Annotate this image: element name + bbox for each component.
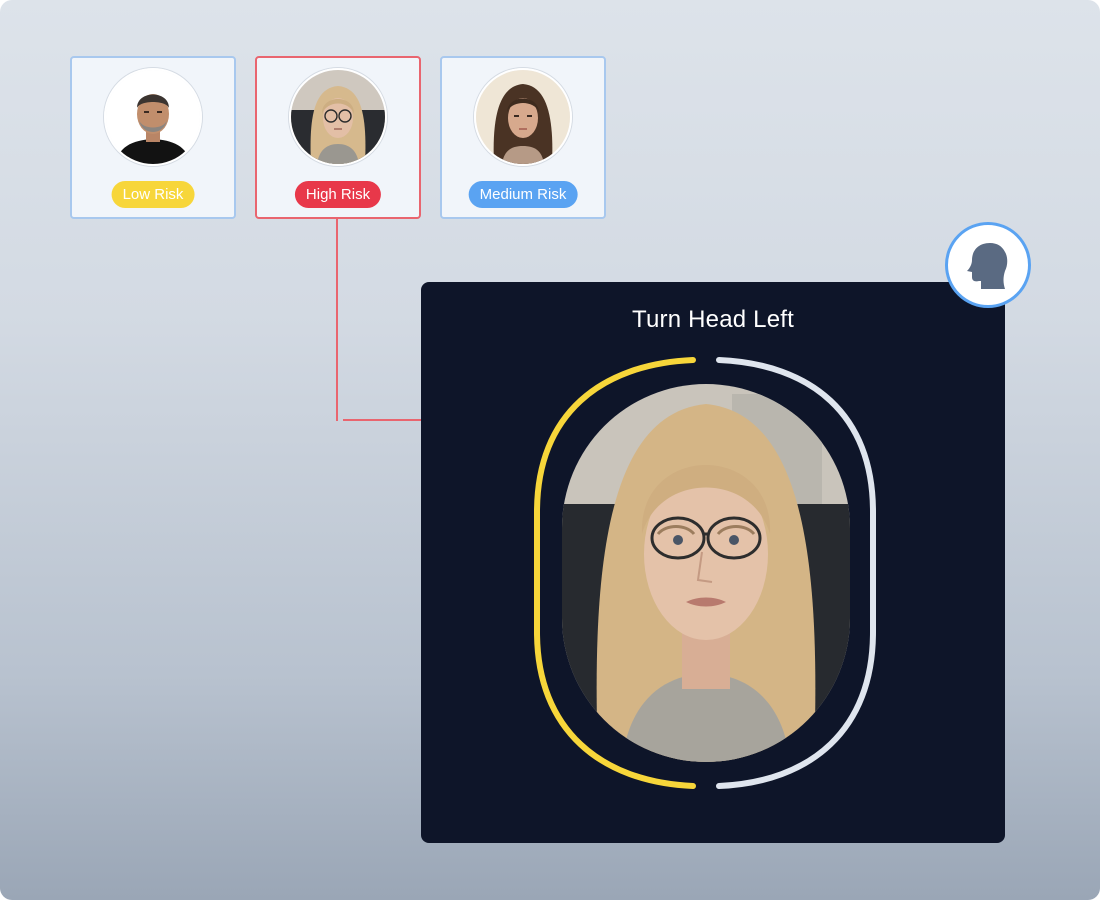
camera-face-frame — [562, 384, 850, 762]
avatar-woman-glasses — [289, 68, 387, 166]
liveness-panel: Turn Head Left — [421, 282, 1005, 843]
connector-line-horizontal — [343, 419, 422, 421]
face-photo — [562, 384, 850, 762]
risk-badge-medium: Medium Risk — [468, 181, 578, 208]
profile-card-low-risk[interactable]: Low Risk — [70, 56, 236, 219]
head-profile-icon — [945, 222, 1031, 308]
risk-badge-low: Low Risk — [111, 181, 195, 208]
risk-badge-high: High Risk — [294, 181, 382, 208]
connector-line-vertical — [336, 219, 338, 421]
profile-card-high-risk[interactable]: High Risk — [255, 56, 421, 219]
liveness-check-illustration: Low Risk High Risk Medium Risk Turn Head… — [0, 0, 1100, 900]
avatar-man — [104, 68, 202, 166]
head-silhouette-icon — [967, 243, 1008, 289]
avatar-woman — [474, 68, 572, 166]
profile-card-medium-risk[interactable]: Medium Risk — [440, 56, 606, 219]
